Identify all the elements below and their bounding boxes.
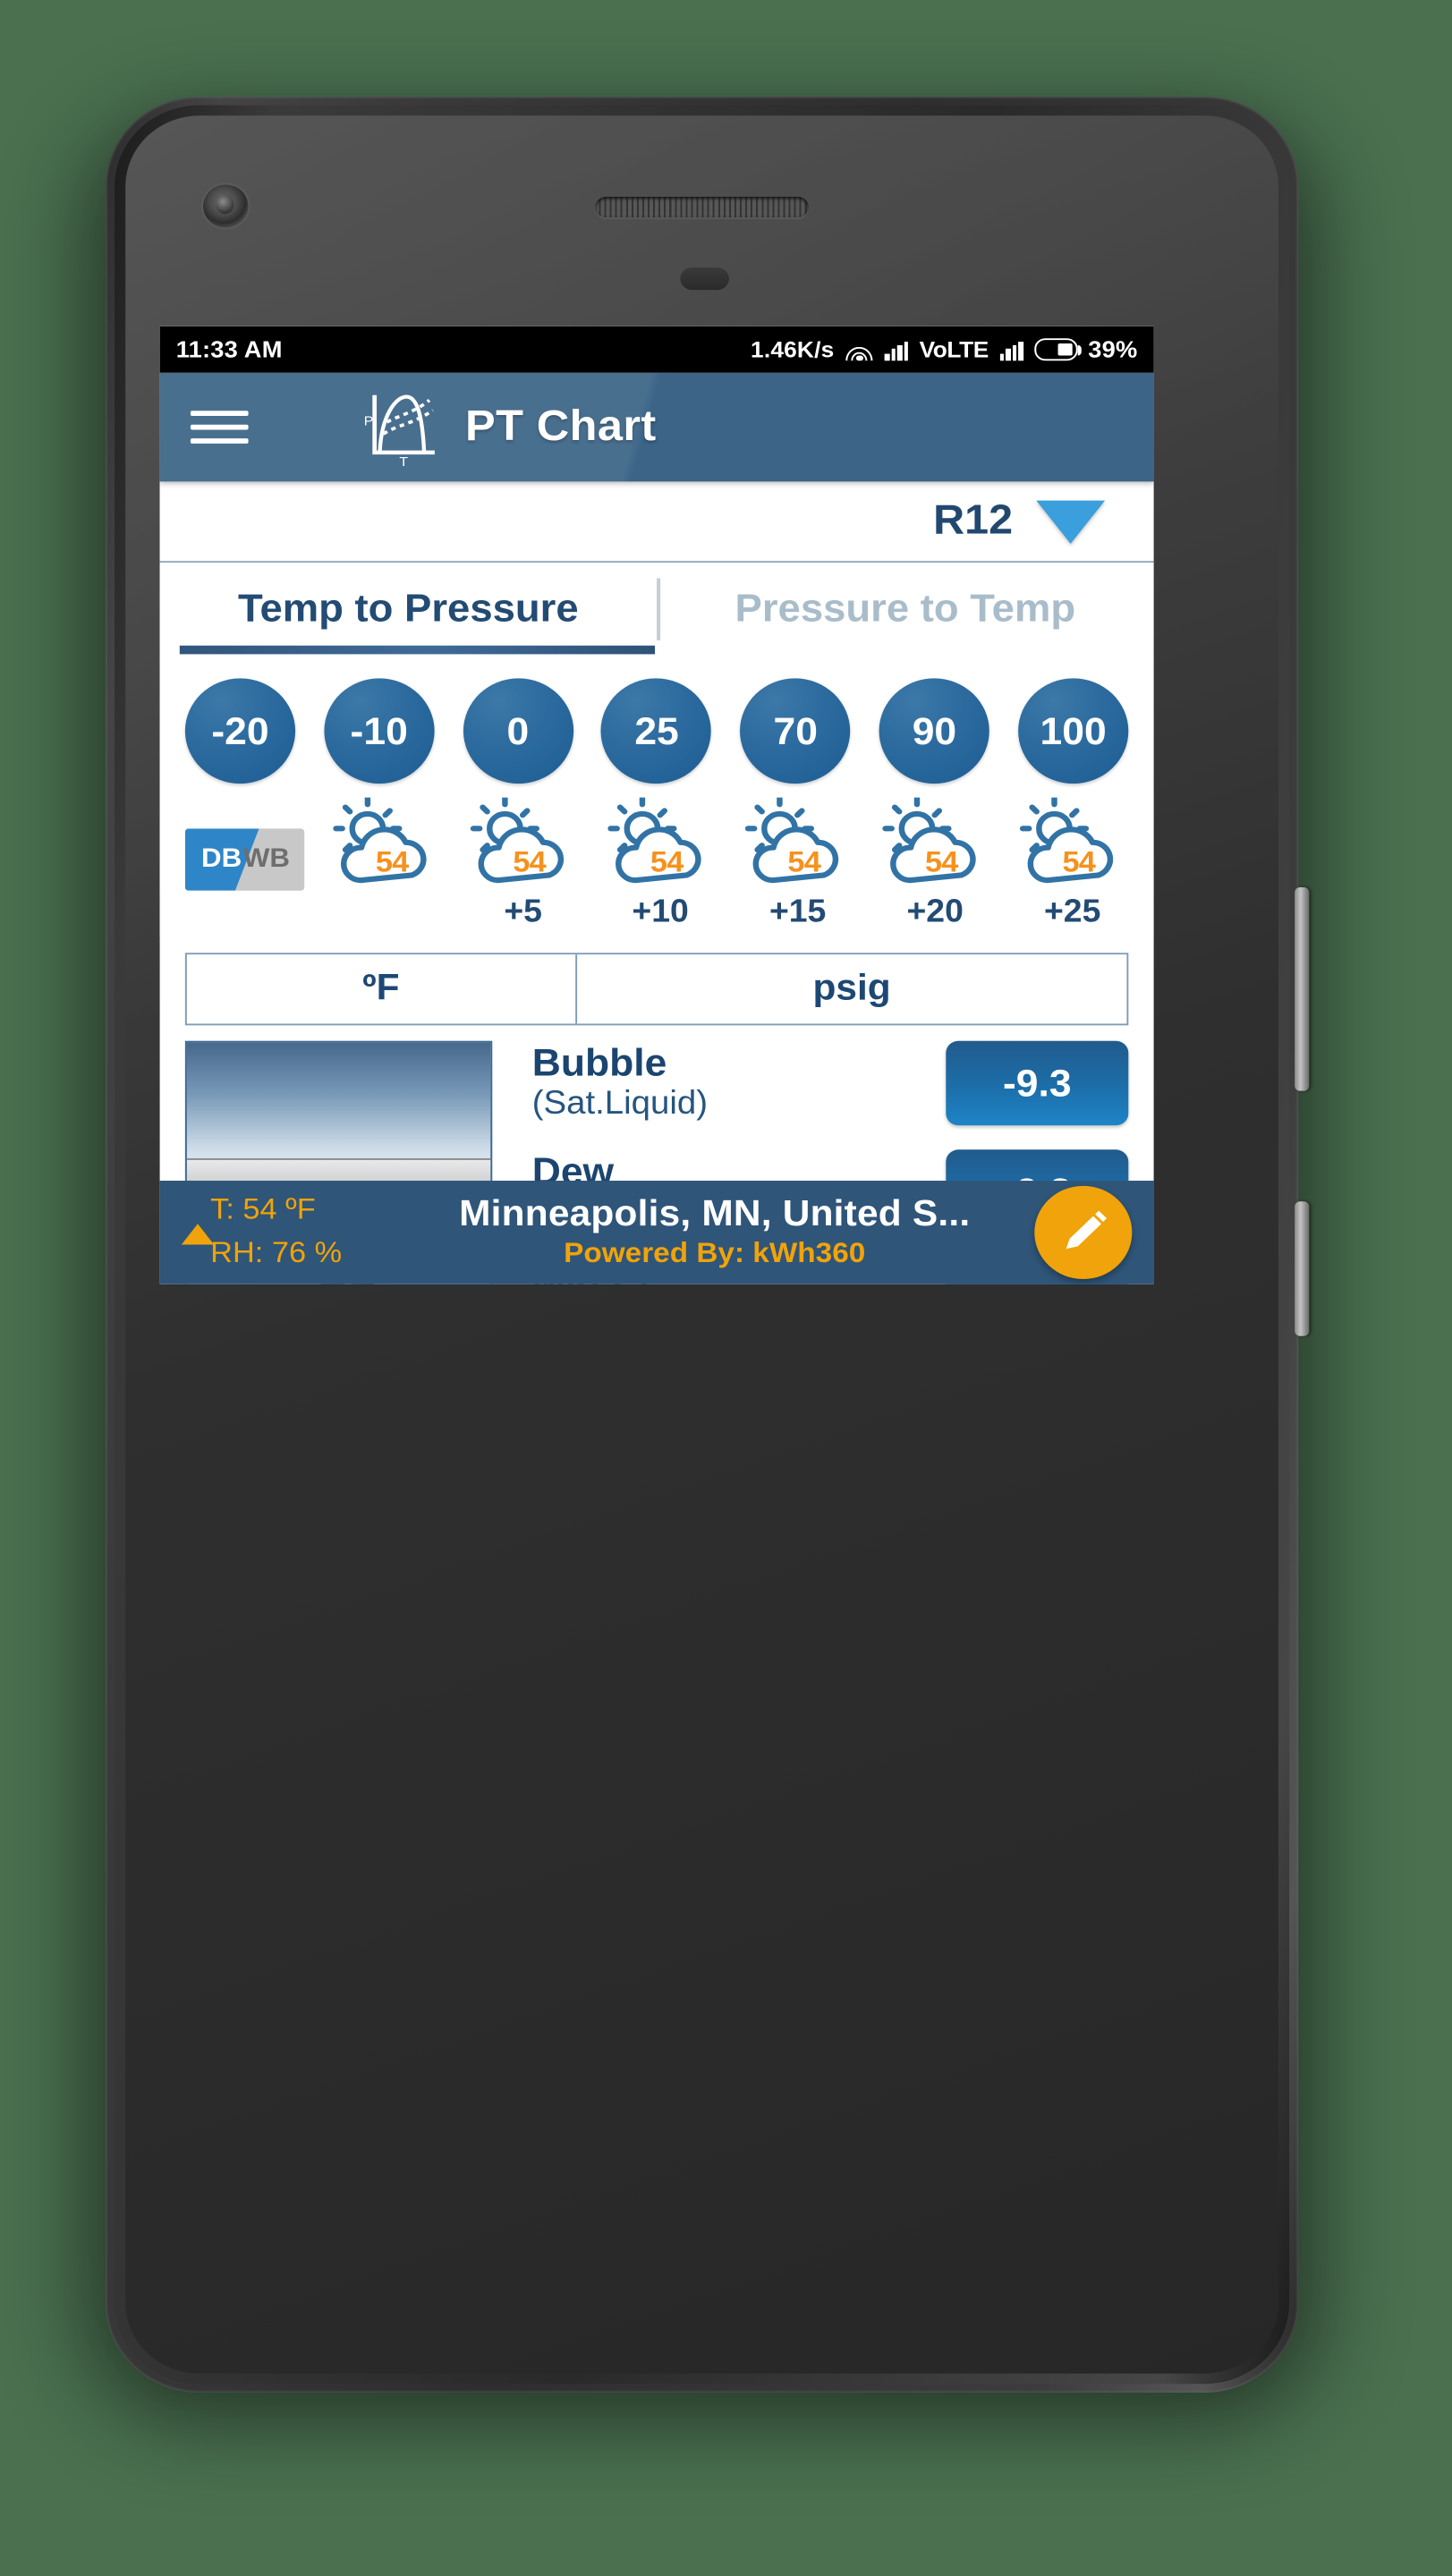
preset-button[interactable]: -20 bbox=[184, 678, 296, 784]
preset-button[interactable]: 100 bbox=[1018, 678, 1129, 784]
result-value-button[interactable]: -9.3 bbox=[946, 1040, 1129, 1126]
preset-button[interactable]: 25 bbox=[601, 678, 712, 784]
weather-cell-5[interactable]: 54 +25 bbox=[1016, 795, 1128, 931]
preset-button[interactable]: 0 bbox=[463, 678, 573, 784]
triangle-up-icon[interactable] bbox=[181, 1224, 215, 1245]
weather-temp-value: 54 bbox=[924, 845, 958, 879]
unit-pressure[interactable]: psig bbox=[576, 954, 1127, 1024]
weather-offset-label: +20 bbox=[906, 892, 964, 929]
earpiece-speaker-icon bbox=[595, 196, 809, 218]
location-name: Minneapolis, MN, United S... bbox=[459, 1194, 971, 1234]
refrigerant-selector[interactable]: R12 bbox=[159, 481, 1154, 564]
front-camera-icon bbox=[203, 184, 249, 228]
preset-button[interactable]: -10 bbox=[324, 678, 435, 784]
sun-behind-cloud-icon: 54 bbox=[332, 795, 440, 891]
pt-curve-logo-icon: P T bbox=[364, 394, 435, 466]
tab-pressure-to-temp[interactable]: Pressure to Temp bbox=[657, 563, 1154, 654]
pencil-edit-icon bbox=[1066, 1210, 1108, 1250]
app-bar-title-group: P T PT Chart bbox=[361, 388, 657, 466]
weather-offset-label: +5 bbox=[504, 892, 542, 929]
signal-bars-icon bbox=[884, 339, 909, 360]
weather-offset-label: +25 bbox=[1043, 892, 1101, 929]
volume-button[interactable] bbox=[1295, 886, 1310, 1091]
sun-behind-cloud-icon: 54 bbox=[607, 795, 715, 891]
page-title: PT Chart bbox=[464, 402, 657, 451]
status-bar: 11:33 AM 1.46K/s VoLTE 39% bbox=[159, 326, 1154, 373]
wifi-icon bbox=[845, 338, 874, 361]
phone-device: 11:33 AM 1.46K/s VoLTE 39% P T PT Chart … bbox=[90, 97, 1313, 2417]
powered-by-label: Powered By: kWh360 bbox=[564, 1237, 866, 1269]
chevron-down-icon[interactable] bbox=[1036, 499, 1106, 543]
volte-label: VoLTE bbox=[919, 336, 989, 363]
location-group[interactable]: Minneapolis, MN, United S... Powered By:… bbox=[395, 1194, 1034, 1270]
local-weather-group[interactable]: T: 54 ºF RH: 76 % bbox=[181, 1190, 395, 1275]
hamburger-menu-icon[interactable] bbox=[190, 402, 249, 452]
battery-percent-label: 39% bbox=[1088, 336, 1138, 363]
weather-cell-3[interactable]: 54 +15 bbox=[742, 795, 853, 931]
wb-label: WB bbox=[242, 843, 291, 874]
weather-temp-value: 54 bbox=[787, 845, 821, 879]
weather-temp-value: 54 bbox=[650, 845, 684, 879]
tab-temp-to-pressure[interactable]: Temp to Pressure bbox=[160, 563, 658, 654]
network-speed-label: 1.46K/s bbox=[751, 336, 835, 363]
status-time: 11:33 AM bbox=[175, 336, 283, 363]
weather-offset-label: +15 bbox=[768, 892, 827, 929]
weather-temp-value: 54 bbox=[375, 845, 409, 879]
unit-temperature[interactable]: ºF bbox=[186, 954, 577, 1024]
preset-button[interactable]: 70 bbox=[740, 678, 851, 784]
app-bar: P T PT Chart bbox=[159, 372, 1154, 482]
weather-cell-4[interactable]: 54 +20 bbox=[879, 795, 991, 931]
svg-text:T: T bbox=[399, 454, 408, 466]
unit-header-row: ºF psig bbox=[184, 953, 1129, 1026]
bottom-status-bar: T: 54 ºF RH: 76 % Minneapolis, MN, Unite… bbox=[159, 1181, 1154, 1284]
mode-tabs: Temp to Pressure Pressure to Temp bbox=[159, 563, 1154, 655]
result-label-group: Bubble (Sat.Liquid) bbox=[532, 1041, 947, 1123]
edit-fab-button[interactable] bbox=[1034, 1185, 1133, 1280]
proximity-sensor-icon bbox=[680, 267, 729, 291]
db-wb-toggle[interactable]: DB WB bbox=[184, 828, 305, 891]
weather-offset-row: DB WB 54 54 +5 54 +10 54 +15 54 +20 54 +… bbox=[159, 792, 1154, 937]
weather-cell-0[interactable]: 54 bbox=[329, 795, 441, 893]
svg-text:P: P bbox=[364, 414, 374, 429]
sun-behind-cloud-icon: 54 bbox=[743, 795, 852, 891]
device-glass: 11:33 AM 1.46K/s VoLTE 39% P T PT Chart … bbox=[125, 115, 1278, 2374]
db-label: DB bbox=[201, 843, 242, 874]
refrigerant-name: R12 bbox=[933, 496, 1014, 544]
sun-behind-cloud-icon: 54 bbox=[881, 795, 989, 891]
weather-cell-2[interactable]: 54 +10 bbox=[605, 795, 717, 931]
preset-button[interactable]: 90 bbox=[879, 678, 990, 784]
weather-cell-1[interactable]: 54 +5 bbox=[467, 795, 579, 931]
sun-behind-cloud-icon: 54 bbox=[469, 795, 577, 891]
active-tab-indicator bbox=[179, 645, 656, 655]
weather-temp-value: 54 bbox=[1062, 845, 1096, 879]
sun-behind-cloud-icon: 54 bbox=[1018, 795, 1126, 891]
status-icons: 1.46K/s VoLTE 39% bbox=[751, 336, 1137, 362]
phone-screen: 11:33 AM 1.46K/s VoLTE 39% P T PT Chart … bbox=[159, 326, 1154, 1284]
result-subtitle: (Sat.Liquid) bbox=[531, 1085, 709, 1123]
power-button[interactable] bbox=[1295, 1201, 1310, 1336]
weather-temp-value: 54 bbox=[513, 845, 546, 879]
temperature-presets: -20 -10 0 25 70 90 100 bbox=[159, 654, 1154, 792]
result-title: Bubble bbox=[531, 1040, 667, 1084]
outdoor-temperature: T: 54 ºF bbox=[210, 1193, 316, 1226]
relative-humidity: RH: 76 % bbox=[210, 1235, 343, 1269]
weather-offset-label: +10 bbox=[632, 892, 689, 929]
result-row-bubble: Bubble (Sat.Liquid) -9.3 bbox=[532, 1040, 1129, 1150]
signal-bars-icon-2 bbox=[998, 339, 1023, 360]
battery-icon bbox=[1033, 338, 1082, 360]
